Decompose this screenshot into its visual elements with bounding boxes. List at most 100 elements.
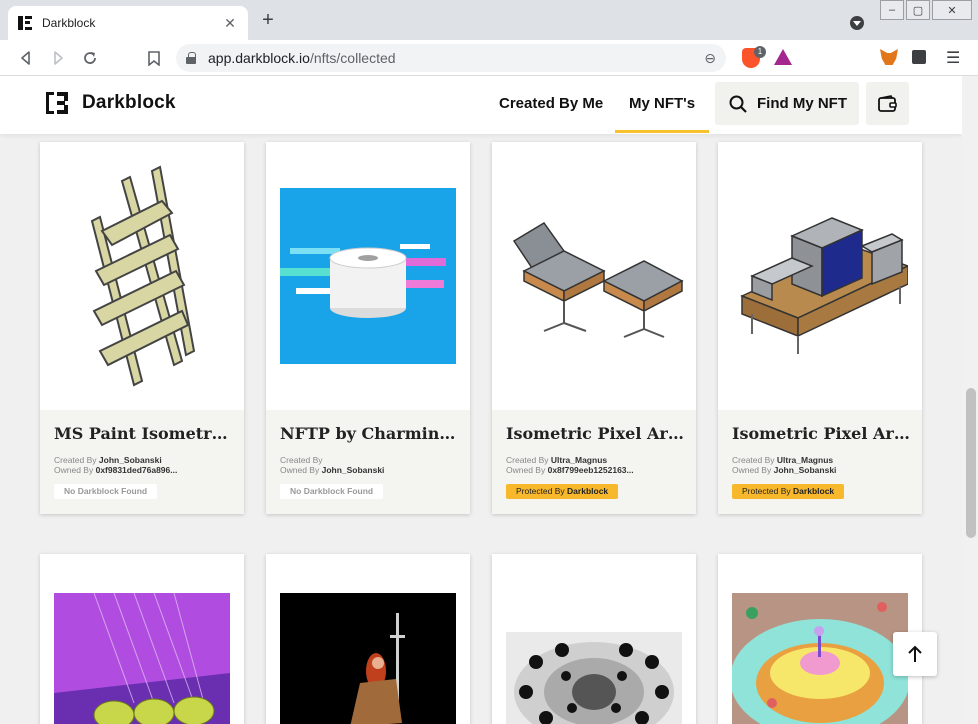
browser-tab[interactable]: Darkblock ✕ <box>8 6 248 40</box>
minimize-window-icon[interactable]: – <box>880 0 904 20</box>
nav-active-indicator <box>615 130 709 133</box>
glitch-toilet-roll-image <box>280 188 456 364</box>
nft-title[interactable]: MS Paint Isometric P... <box>54 424 232 443</box>
isometric-ladder-image <box>90 165 196 387</box>
new-tab-plus-icon[interactable]: + <box>258 10 278 30</box>
created-by-label: Created By <box>732 455 775 465</box>
nft-card[interactable] <box>718 554 922 724</box>
page-scrollbar[interactable] <box>962 76 978 724</box>
purple-abstract-image <box>54 593 230 724</box>
created-by-label: Created By <box>280 455 323 465</box>
owner-name: John_Sobanski <box>321 465 385 475</box>
status-badge: No Darkblock Found <box>54 484 158 499</box>
owner-address: 0xf9831ded76a896... <box>95 465 178 475</box>
reload-icon[interactable] <box>80 48 100 68</box>
created-by-line: Created By Ultra_Magnus <box>732 455 908 465</box>
nft-title[interactable]: Isometric Pixel Art - ... <box>506 424 684 443</box>
nft-image-ladder[interactable] <box>40 142 244 410</box>
tab-search-icon[interactable] <box>850 16 864 30</box>
tab-close-icon[interactable]: ✕ <box>222 15 238 32</box>
nft-card[interactable] <box>40 554 244 724</box>
owned-by-line: Owned By 0xf9831ded76a896... <box>54 465 230 475</box>
nft-card[interactable]: Isometric Pixel Art - ... Created By Ult… <box>718 142 922 514</box>
site-header: Darkblock Created By Me My NFT's Find My… <box>0 76 962 134</box>
card-info: MS Paint Isometric P... Created By John_… <box>40 410 244 514</box>
monochrome-tunnel-image <box>506 632 682 724</box>
url-text[interactable]: app.darkblock.io/nfts/collected <box>208 50 698 66</box>
back-icon[interactable] <box>16 48 36 68</box>
extensions-puzzle-icon[interactable] <box>912 50 926 64</box>
isometric-stereo-cabinet-image <box>740 217 908 354</box>
nft-image-chair[interactable] <box>492 142 696 410</box>
back-to-top-button[interactable] <box>893 632 937 676</box>
pixel-knight-image <box>280 593 456 724</box>
owned-by-label: Owned By <box>732 465 772 475</box>
pixel-cake-image <box>732 593 908 724</box>
nft-card[interactable] <box>266 554 470 724</box>
maximize-window-icon[interactable]: ▢ <box>906 0 930 20</box>
owned-by-label: Owned By <box>280 465 320 475</box>
tab-title: Darkblock <box>42 16 96 30</box>
brand-name[interactable]: Darkblock <box>82 92 176 114</box>
nft-image-stereo[interactable] <box>718 142 922 410</box>
find-my-nft-label: Find My NFT <box>757 95 847 112</box>
address-bar[interactable]: app.darkblock.io/nfts/collected ⊖ <box>176 44 726 72</box>
search-icon <box>729 95 747 113</box>
nft-card[interactable] <box>492 554 696 724</box>
created-by-line: Created By <box>280 455 456 465</box>
find-my-nft-button[interactable]: Find My NFT <box>715 82 859 125</box>
owner-address: 0x8f799eeb1252163... <box>547 465 634 475</box>
creator-name: John_Sobanski <box>98 455 162 465</box>
protected-brand: Darkblock <box>793 486 835 496</box>
created-by-label: Created By <box>506 455 549 465</box>
arrow-up-icon <box>908 645 922 662</box>
protected-brand: Darkblock <box>567 486 609 496</box>
darkblock-logo-icon[interactable] <box>46 92 68 114</box>
close-window-icon[interactable]: ✕ <box>932 0 972 20</box>
owner-name: John_Sobanski <box>773 465 837 475</box>
nft-image-knight[interactable] <box>266 554 470 724</box>
creator-name: Ultra_Magnus <box>550 455 608 465</box>
owned-by-line: Owned By John_Sobanski <box>732 465 908 475</box>
url-host: app.darkblock.io <box>208 50 310 66</box>
isometric-lounge-chair-image <box>512 222 684 338</box>
wallet-icon <box>877 94 897 112</box>
nav-my-nfts[interactable]: My NFT's <box>629 95 695 112</box>
owned-by-label: Owned By <box>506 465 546 475</box>
url-path: /nfts/collected <box>309 50 396 66</box>
scrollbar-thumb[interactable] <box>966 388 976 538</box>
browser-menu-icon[interactable]: ☰ <box>946 48 960 68</box>
nft-title[interactable]: Isometric Pixel Art - ... <box>732 424 910 443</box>
nft-card[interactable]: Isometric Pixel Art - ... Created By Ult… <box>492 142 696 514</box>
nft-image-tunnel[interactable] <box>492 554 696 724</box>
darkblock-favicon-icon <box>18 16 32 30</box>
nft-image-cake[interactable] <box>718 554 922 724</box>
bookmark-icon[interactable] <box>144 48 164 68</box>
metamask-fox-icon[interactable] <box>880 49 898 65</box>
nft-card[interactable]: MS Paint Isometric P... Created By John_… <box>40 142 244 514</box>
nav-created-by-me[interactable]: Created By Me <box>499 95 603 112</box>
page-viewport: MS Paint Isometric P... Created By John_… <box>0 76 978 724</box>
owned-by-line: Owned By 0x8f799eeb1252163... <box>506 465 682 475</box>
nft-image-charmin[interactable] <box>266 142 470 410</box>
browser-toolbar: app.darkblock.io/nfts/collected ⊖ 1 ☰ <box>0 40 978 76</box>
nft-image-purple[interactable] <box>40 554 244 724</box>
created-by-label: Created By <box>54 455 97 465</box>
zoom-out-icon[interactable]: ⊖ <box>704 50 716 67</box>
lock-icon[interactable] <box>186 52 196 64</box>
protected-by-label: Protected By <box>516 486 565 496</box>
protected-badge: Protected By Darkblock <box>732 484 845 499</box>
forward-icon[interactable] <box>48 48 68 68</box>
creator-name: Ultra_Magnus <box>776 455 834 465</box>
wallet-button[interactable] <box>866 82 909 125</box>
created-by-line: Created By Ultra_Magnus <box>506 455 682 465</box>
nft-title[interactable]: NFTP by Charmin / ... <box>280 424 458 443</box>
nft-card[interactable]: NFTP by Charmin / ... Created By Owned B… <box>266 142 470 514</box>
card-info: Isometric Pixel Art - ... Created By Ult… <box>492 410 696 514</box>
brave-rewards-icon[interactable] <box>774 49 792 65</box>
owned-by-label: Owned By <box>54 465 94 475</box>
card-info: Isometric Pixel Art - ... Created By Ult… <box>718 410 922 514</box>
brave-shields-count: 1 <box>754 46 766 58</box>
created-by-line: Created By John_Sobanski <box>54 455 230 465</box>
status-badge: No Darkblock Found <box>280 484 384 499</box>
